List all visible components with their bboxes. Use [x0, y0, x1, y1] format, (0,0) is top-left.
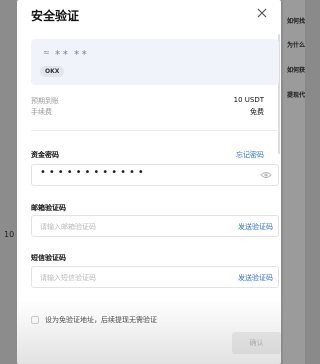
help-item: 为什么 [287, 42, 306, 49]
security-verification-dialog: 安全验证 ≈ ∗∗ ∗∗ OKX 预期到账 10 USDT 手续费 免费 资金密… [17, 0, 281, 364]
email-code-label: 邮箱验证码 [31, 204, 66, 212]
dialog-header: 安全验证 [17, 0, 281, 30]
divider [31, 130, 279, 131]
sms-code-input[interactable]: 请输入短信验证码 发送验证码 [31, 266, 279, 288]
password-dots: •••••••••••• [40, 167, 147, 178]
eye-icon[interactable] [260, 170, 272, 180]
fee-value: 免费 [250, 108, 264, 116]
fee-label: 手续费 [31, 108, 52, 116]
close-icon[interactable] [254, 5, 270, 21]
help-item: 如何获 [287, 67, 306, 74]
whitelist-checkbox[interactable] [31, 316, 39, 324]
expected-arrival-value: 10 USDT [233, 96, 264, 104]
withdraw-address-card: ≈ ∗∗ ∗∗ OKX [31, 39, 279, 85]
sms-code-label: 短信验证码 [31, 254, 66, 262]
expected-arrival-label: 预期到账 [31, 97, 59, 105]
send-email-code-button[interactable]: 发送验证码 [238, 222, 273, 232]
dialog-title: 安全验证 [31, 9, 80, 23]
forgot-password-link[interactable]: 忘记密码 [236, 150, 264, 160]
help-item: 提现代 [287, 92, 306, 99]
send-sms-code-button[interactable]: 发送验证码 [238, 273, 273, 283]
background-help-panel: 如何找 为什么 如何获 提现代 [283, 0, 305, 364]
help-item: 如何找 [287, 18, 306, 25]
email-code-input[interactable]: 请输入邮箱验证码 发送验证码 [31, 215, 279, 237]
fund-password-label: 资金密码 [31, 151, 59, 159]
fund-password-input[interactable]: •••••••••••• [31, 164, 279, 186]
background-amount: 10 [4, 230, 15, 239]
email-code-placeholder: 请输入邮箱验证码 [40, 223, 96, 231]
masked-address: ≈ ∗∗ ∗∗ [43, 48, 89, 57]
confirm-button[interactable]: 确认 [232, 332, 281, 354]
exchange-tag: OKX [40, 66, 65, 77]
sms-code-placeholder: 请输入短信验证码 [40, 274, 96, 282]
whitelist-checkbox-label: 设为免验证地址，后续提现无需验证 [45, 316, 157, 324]
